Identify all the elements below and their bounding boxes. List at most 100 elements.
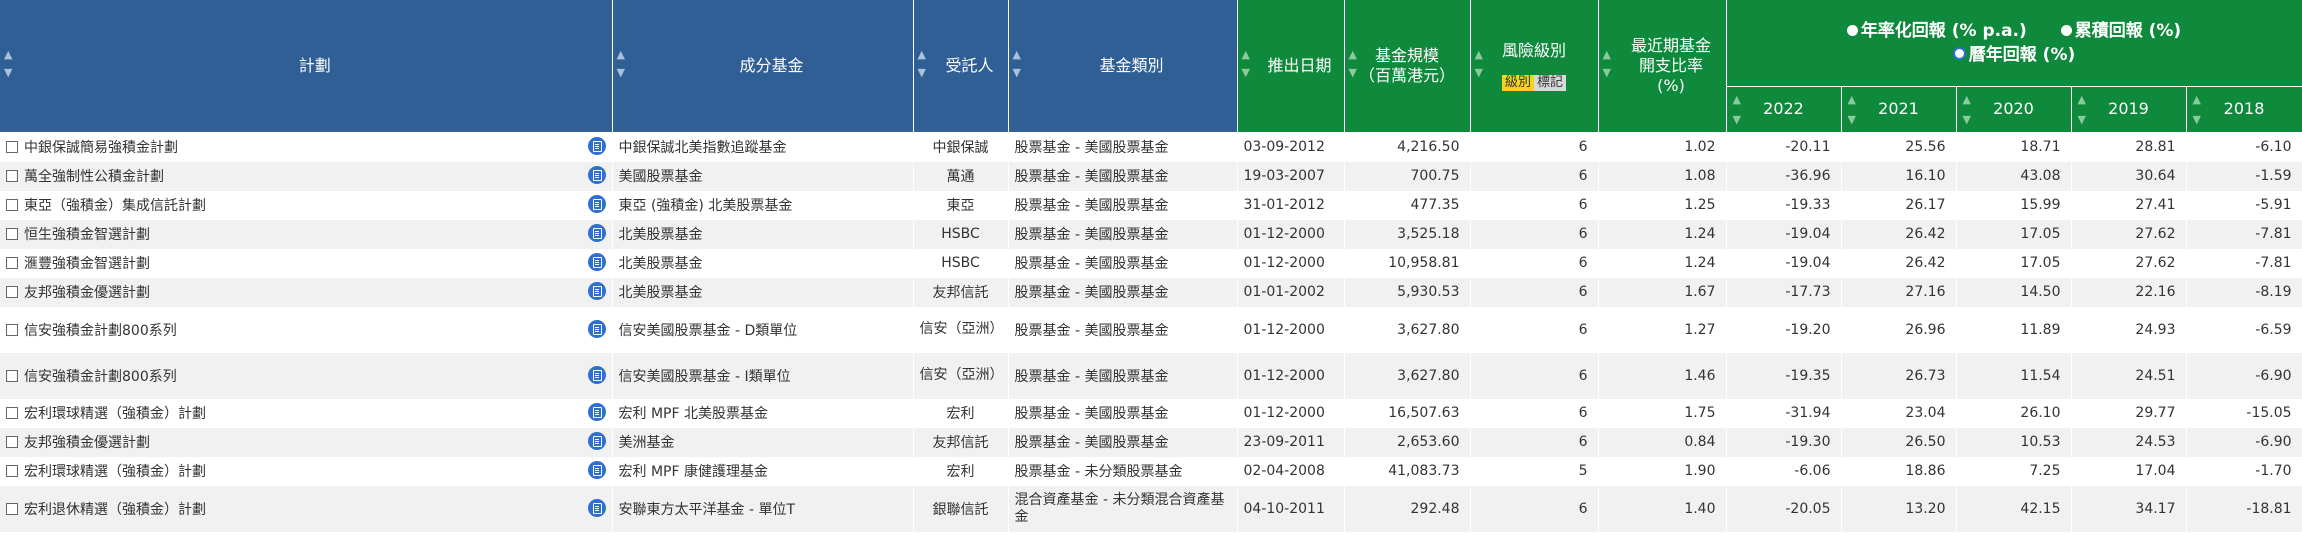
header-year-2018[interactable]: ▲ ▼ 2018	[2186, 86, 2302, 133]
row-checkbox[interactable]	[6, 323, 18, 336]
fund-document-icon[interactable]	[587, 195, 606, 213]
cell-risk-class: 6	[1470, 352, 1599, 399]
cell-fer: 1.90	[1598, 456, 1727, 486]
cell-return-2021: 25.56	[1841, 132, 1957, 162]
cell-risk-class: 6	[1470, 398, 1599, 428]
header-year-2019[interactable]: ▲ ▼ 2019	[2071, 86, 2187, 133]
cell-fund[interactable]: 中銀保誠北美指數追蹤基金	[612, 132, 914, 162]
cell-return-2020: 15.99	[1956, 190, 2072, 220]
row-checkbox[interactable]	[6, 257, 18, 269]
cell-return-2018: -1.70	[2186, 456, 2302, 486]
cell-trustee: 宏利	[913, 398, 1009, 428]
return-mode-cumulative[interactable]: 累積回報 (%)	[2060, 21, 2181, 41]
cell-fund[interactable]: 北美股票基金	[612, 248, 914, 278]
cell-fund[interactable]: 安聯東方太平洋基金 - 單位T	[612, 485, 914, 532]
fund-document-icon[interactable]	[587, 282, 606, 300]
cell-return-2020: 18.71	[1956, 132, 2072, 162]
cell-fund[interactable]: 美國股票基金	[612, 161, 914, 191]
cell-return-2022: -20.11	[1726, 132, 1842, 162]
header-fund[interactable]: ▲ ▼ 成分基金	[612, 0, 914, 133]
cell-fund[interactable]: 美洲基金	[612, 427, 914, 457]
cell-return-2022: -20.05	[1726, 485, 1842, 532]
cell-launch-date: 23-09-2011	[1237, 427, 1345, 457]
cell-return-2019: 30.64	[2071, 161, 2187, 191]
fund-document-icon[interactable]	[587, 137, 606, 155]
cell-scheme: 東亞（強積金）集成信託計劃	[0, 190, 613, 220]
cell-return-2019: 24.93	[2071, 306, 2187, 353]
cell-trustee: 萬通	[913, 161, 1009, 191]
cell-fund-size: 41,083.73	[1344, 456, 1471, 486]
cell-launch-date: 03-09-2012	[1237, 132, 1345, 162]
cell-launch-date: 02-04-2008	[1237, 456, 1345, 486]
header-fund-size[interactable]: ▲ ▼ 基金規模 （百萬港元）	[1344, 0, 1471, 133]
cell-return-2021: 26.50	[1841, 427, 1957, 457]
cell-scheme: 滙豐強積金智選計劃	[0, 248, 613, 278]
radio-icon	[1846, 24, 1858, 36]
cell-return-2018: -1.59	[2186, 161, 2302, 191]
cell-return-2020: 26.10	[1956, 398, 2072, 428]
cell-trustee: 宏利	[913, 456, 1009, 486]
cell-return-2020: 7.25	[1956, 456, 2072, 486]
fund-document-icon[interactable]	[587, 253, 606, 271]
fund-document-icon[interactable]	[587, 365, 606, 384]
table-row: 萬全強制性公積金計劃 美國股票基金 萬通 股票基金 - 美國股票基金 19-03-200…	[0, 161, 2302, 191]
row-checkbox[interactable]	[6, 286, 18, 298]
row-checkbox[interactable]	[6, 436, 18, 448]
row-checkbox[interactable]	[6, 369, 18, 382]
header-year-2021[interactable]: ▲ ▼ 2021	[1841, 86, 1957, 133]
cell-return-2019: 29.77	[2071, 398, 2187, 428]
cell-fund[interactable]: 北美股票基金	[612, 219, 914, 249]
fund-document-icon[interactable]	[587, 319, 606, 338]
row-checkbox[interactable]	[6, 228, 18, 240]
cell-launch-date: 01-12-2000	[1237, 219, 1345, 249]
cell-fund[interactable]: 宏利 MPF 康健護理基金	[612, 456, 914, 486]
header-launch-date[interactable]: ▲ ▼ 推出日期	[1237, 0, 1345, 133]
row-checkbox[interactable]	[6, 465, 18, 477]
return-mode-calendar[interactable]: 曆年回報 (%)	[1952, 45, 2075, 65]
cell-scheme: 友邦強積金優選計劃	[0, 277, 613, 307]
fund-document-icon[interactable]	[587, 224, 606, 242]
cell-fer: 0.84	[1598, 427, 1727, 457]
cell-return-2021: 27.16	[1841, 277, 1957, 307]
row-checkbox[interactable]	[6, 407, 18, 419]
table-row: 恒生強積金智選計劃 北美股票基金 HSBC 股票基金 - 美國股票基金 01-12-20…	[0, 219, 2302, 249]
cell-category: 股票基金 - 美國股票基金	[1008, 306, 1238, 353]
header-category[interactable]: ▲ ▼ 基金類別	[1008, 0, 1238, 133]
row-checkbox[interactable]	[6, 141, 18, 153]
cell-fund[interactable]: 宏利 MPF 北美股票基金	[612, 398, 914, 428]
fund-document-icon[interactable]	[587, 166, 606, 184]
header-risk-class[interactable]: ▲ ▼ 風險級別 級別 標記	[1470, 0, 1599, 133]
cell-return-2020: 17.05	[1956, 219, 2072, 249]
header-fer[interactable]: ▲ ▼ 最近期基金 開支比率 (%)	[1598, 0, 1727, 133]
cell-fund[interactable]: 信安美國股票基金 - D類單位	[612, 306, 914, 353]
fund-document-icon[interactable]	[587, 403, 606, 421]
cell-fund-size: 292.48	[1344, 485, 1471, 532]
cell-trustee: HSBC	[913, 219, 1009, 249]
cell-category: 股票基金 - 美國股票基金	[1008, 161, 1238, 191]
header-year-2022[interactable]: ▲ ▼ 2022	[1726, 86, 1842, 133]
table-row: 信安強積金計劃800系列 信安美國股票基金 - I類單位 信安（亞洲） 股票基金 - …	[0, 352, 2302, 399]
cell-risk-class: 6	[1470, 132, 1599, 162]
cell-return-2019: 27.41	[2071, 190, 2187, 220]
fund-document-icon[interactable]	[587, 498, 606, 517]
table-row: 東亞（強積金）集成信託計劃 東亞 (強積金) 北美股票基金 東亞 股票基金 - 美國股…	[0, 190, 2302, 220]
row-checkbox[interactable]	[6, 199, 18, 211]
cell-fund[interactable]: 信安美國股票基金 - I類單位	[612, 352, 914, 399]
header-return-mode: 年率化回報 (% p.a.) 累積回報 (%) 曆年回報 (%)	[1726, 0, 2302, 87]
cell-fund[interactable]: 北美股票基金	[612, 277, 914, 307]
header-scheme[interactable]: ▲ ▼ 計劃	[0, 0, 613, 133]
return-mode-annualized[interactable]: 年率化回報 (% p.a.)	[1846, 21, 2027, 41]
risk-tag-level[interactable]: 級別	[1501, 74, 1534, 91]
header-year-2020[interactable]: ▲ ▼ 2020	[1956, 86, 2072, 133]
row-checkbox[interactable]	[6, 170, 18, 182]
cell-category: 股票基金 - 美國股票基金	[1008, 219, 1238, 249]
header-trustee[interactable]: ▲ ▼ 受託人	[913, 0, 1009, 133]
fund-document-icon[interactable]	[587, 461, 606, 479]
table-row: 滙豐強積金智選計劃 北美股票基金 HSBC 股票基金 - 美國股票基金 01-12-20…	[0, 248, 2302, 278]
row-checkbox[interactable]	[6, 502, 18, 515]
risk-tag-mark[interactable]: 標記	[1534, 74, 1567, 91]
cell-return-2021: 23.04	[1841, 398, 1957, 428]
fund-document-icon[interactable]	[587, 432, 606, 450]
cell-fund[interactable]: 東亞 (強積金) 北美股票基金	[612, 190, 914, 220]
cell-risk-class: 5	[1470, 456, 1599, 486]
